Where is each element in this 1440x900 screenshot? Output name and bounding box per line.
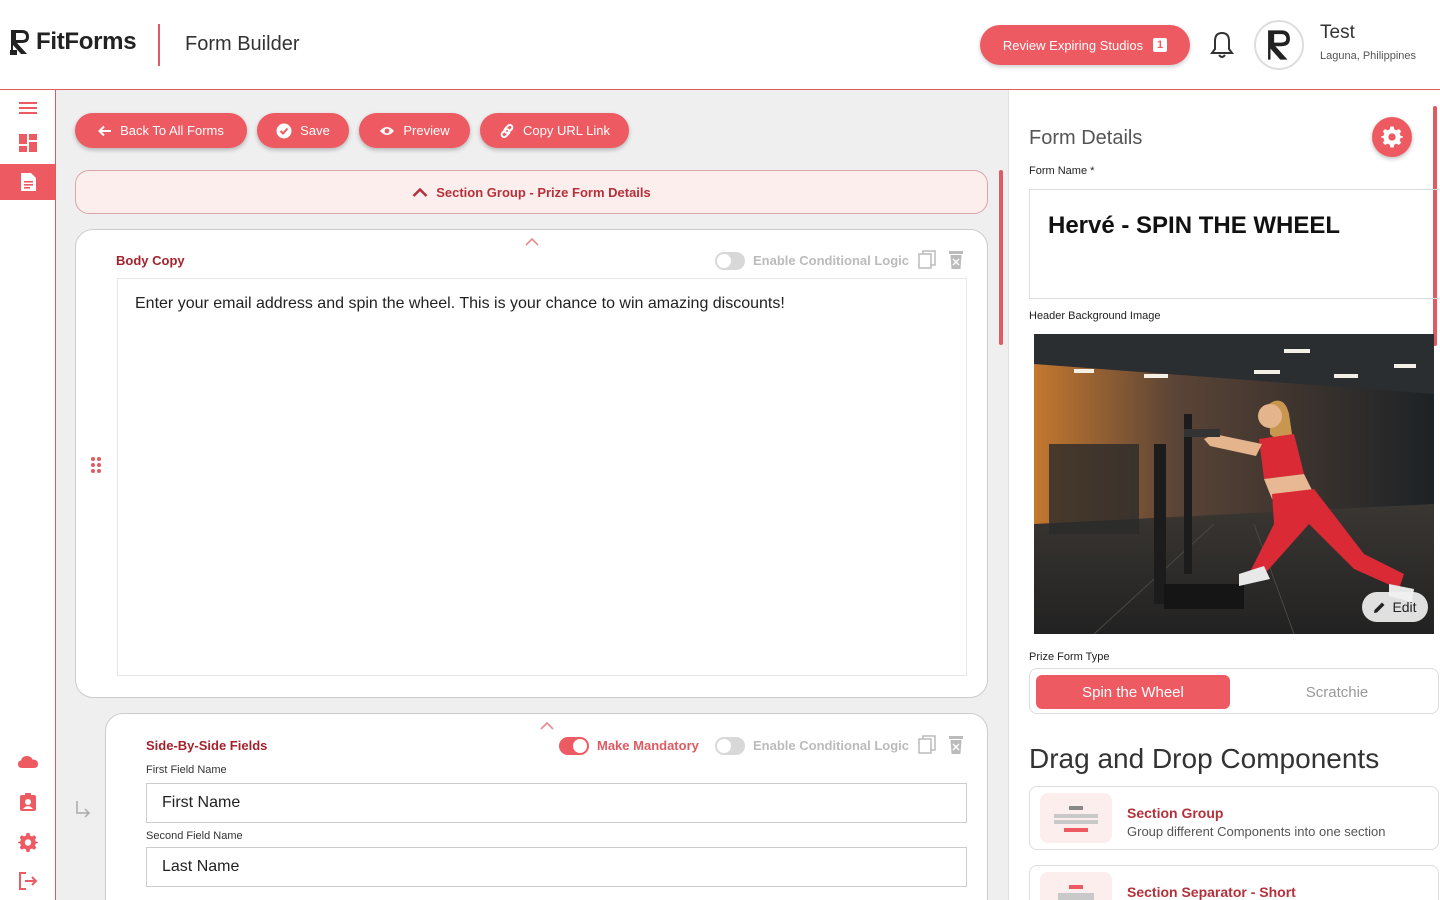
- badge-icon: [19, 793, 36, 811]
- gear-icon: [17, 833, 38, 852]
- component-section-separator-short[interactable]: Section Separator - Short: [1029, 865, 1439, 900]
- spin-the-wheel-option[interactable]: Spin the Wheel: [1036, 675, 1230, 709]
- menu-toggle[interactable]: [0, 90, 55, 126]
- body-copy-title: Body Copy: [116, 253, 185, 268]
- header-bg-image-label: Header Background Image: [1029, 310, 1161, 322]
- dashboard-icon: [18, 134, 37, 152]
- preview-button-label: Preview: [403, 123, 450, 138]
- nav-dashboard[interactable]: [0, 125, 55, 161]
- drag-drop-components-title: Drag and Drop Components: [1029, 743, 1380, 774]
- section-group-graphic: [1054, 806, 1098, 832]
- component-section-group[interactable]: Section Group Group different Components…: [1029, 786, 1439, 850]
- review-button-label: Review Expiring Studios: [1002, 37, 1144, 53]
- conditional-logic-toggle[interactable]: [715, 252, 745, 270]
- section-group-header[interactable]: Section Group - Prize Form Details: [75, 170, 988, 214]
- duplicate-icon-2[interactable]: [918, 735, 936, 755]
- drag-handle-icon[interactable]: [90, 456, 102, 474]
- link-icon: [500, 123, 514, 138]
- conditional-logic-toggle-2[interactable]: [715, 737, 745, 755]
- header-divider: [158, 24, 160, 66]
- notification-bell-icon[interactable]: [1208, 30, 1236, 60]
- nav-logout[interactable]: [0, 863, 55, 899]
- collapse-chevron-icon[interactable]: [525, 237, 539, 246]
- form-details-panel: Form Details Form Name * Hervé - SPIN TH…: [1008, 90, 1440, 900]
- section-group-label: Section Group - Prize Form Details: [436, 184, 651, 200]
- form-settings-button[interactable]: [1372, 117, 1412, 157]
- side-by-side-card: Side-By-Side Fields Make Mandatory Enabl…: [105, 713, 988, 900]
- side-by-side-title: Side-By-Side Fields: [146, 738, 268, 753]
- menu-icon: [18, 102, 37, 114]
- collapse-chevron-icon-2[interactable]: [540, 721, 554, 730]
- review-expiring-studios-button[interactable]: Review Expiring Studios 1: [980, 25, 1190, 65]
- component-name-2: Section Separator - Short: [1127, 884, 1296, 900]
- first-field-input[interactable]: First Name: [146, 783, 967, 823]
- avatar-logo-icon: [1268, 30, 1290, 60]
- make-mandatory-label: Make Mandatory: [597, 738, 699, 753]
- settings-gear-icon: [1381, 126, 1403, 148]
- save-button[interactable]: Save: [257, 113, 349, 148]
- prize-form-type-label: Prize Form Type: [1029, 651, 1110, 663]
- chevron-up-icon: [412, 187, 428, 197]
- second-field-input[interactable]: Last Name: [146, 847, 967, 887]
- back-to-all-forms-button[interactable]: Back To All Forms: [75, 113, 247, 148]
- form-builder-canvas: Back To All Forms Save Preview Copy URL …: [56, 90, 1008, 900]
- user-avatar[interactable]: [1254, 20, 1304, 70]
- arrow-left-icon: [98, 125, 112, 136]
- component-name: Section Group: [1127, 805, 1224, 821]
- document-icon: [20, 173, 36, 191]
- conditional-logic-label: Enable Conditional Logic: [753, 253, 909, 268]
- eye-icon: [380, 126, 395, 135]
- section-separator-icon: [1040, 872, 1112, 900]
- logout-icon: [18, 872, 37, 890]
- check-circle-icon: [276, 123, 292, 138]
- back-button-label: Back To All Forms: [120, 123, 224, 138]
- duplicate-icon[interactable]: [918, 250, 936, 270]
- scratchie-option[interactable]: Scratchie: [1240, 675, 1434, 709]
- copy-url-link-button[interactable]: Copy URL Link: [480, 113, 629, 148]
- prize-form-type-selector: Spin the Wheel Scratchie: [1029, 668, 1439, 714]
- nav-settings[interactable]: [0, 824, 55, 860]
- user-location: Laguna, Philippines: [1320, 50, 1417, 62]
- logo-icon: [10, 30, 29, 55]
- logo-text: FitForms: [36, 28, 137, 55]
- delete-icon-2[interactable]: [948, 735, 964, 755]
- nav-forms[interactable]: [0, 164, 55, 200]
- header-background-image: Edit: [1034, 334, 1434, 634]
- review-count-badge: 1: [1153, 38, 1168, 52]
- save-button-label: Save: [300, 123, 330, 138]
- nav-members[interactable]: [0, 784, 55, 820]
- copy-url-button-label: Copy URL Link: [523, 123, 610, 138]
- second-field-label: Second Field Name: [146, 830, 243, 842]
- form-name-label: Form Name *: [1029, 165, 1095, 177]
- gym-photo: [1034, 334, 1434, 634]
- nav-cloud[interactable]: [0, 744, 55, 780]
- form-details-title: Form Details: [1029, 127, 1143, 149]
- logo[interactable]: FitForms: [8, 28, 137, 56]
- edit-button-label: Edit: [1392, 599, 1417, 615]
- nested-arrow-icon: [76, 801, 91, 818]
- conditional-logic-label-2: Enable Conditional Logic: [753, 738, 909, 753]
- component-description: Group different Components into one sect…: [1127, 824, 1386, 839]
- delete-icon[interactable]: [948, 250, 964, 270]
- top-header: FitForms Form Builder Review Expiring St…: [0, 0, 1440, 90]
- user-name: Test: [1320, 22, 1355, 43]
- form-name-input[interactable]: Hervé - SPIN THE WHEEL: [1029, 189, 1440, 299]
- first-field-label: First Field Name: [146, 764, 227, 776]
- edit-image-button[interactable]: Edit: [1362, 592, 1428, 622]
- page-title: Form Builder: [185, 33, 300, 55]
- section-separator-graphic: [1058, 885, 1094, 900]
- canvas-scrollbar[interactable]: [999, 170, 1003, 345]
- pencil-icon: [1374, 602, 1385, 613]
- left-sidebar: [0, 90, 56, 900]
- body-copy-card: Body Copy Enable Conditional Logic Enter…: [75, 229, 988, 698]
- cloud-icon: [17, 756, 38, 768]
- preview-button[interactable]: Preview: [359, 113, 470, 148]
- body-copy-editor[interactable]: Enter your email address and spin the wh…: [117, 278, 967, 676]
- make-mandatory-toggle[interactable]: [559, 737, 589, 755]
- section-group-icon: [1040, 793, 1112, 843]
